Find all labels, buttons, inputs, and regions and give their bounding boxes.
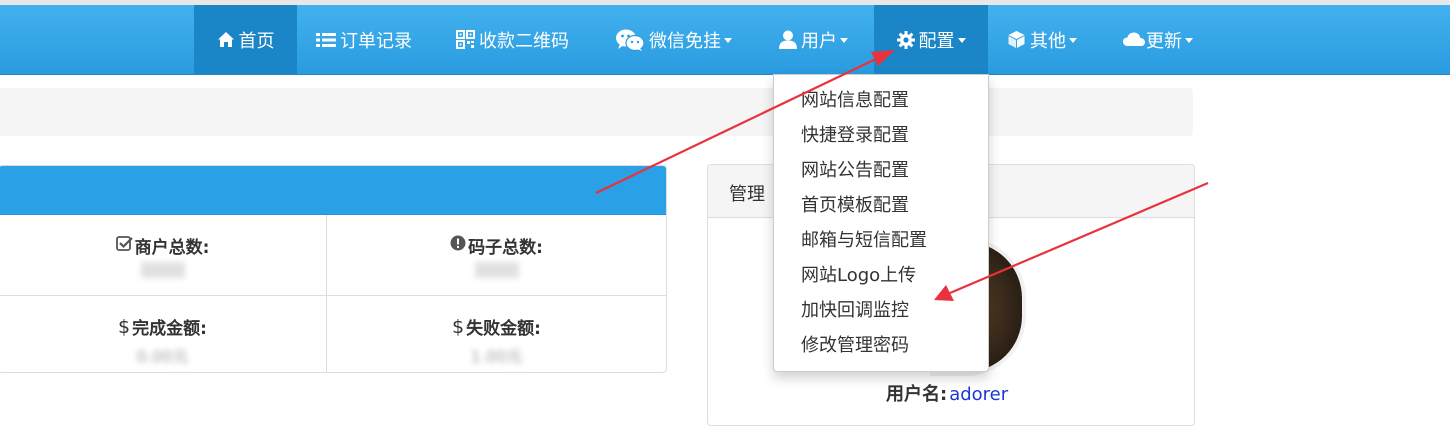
caret-down-icon — [1069, 38, 1077, 43]
completed-amount-value: 0.00元 — [136, 347, 189, 366]
username-label: 用户名: — [886, 384, 948, 405]
menu-item-homepage-template-config[interactable]: 首页模板配置 — [774, 188, 988, 223]
username-value[interactable]: adorer — [949, 384, 1008, 405]
merchant-total-stat: 商户总数: — [0, 215, 326, 287]
nav-update[interactable]: 更新 — [1123, 5, 1193, 74]
failed-amount-label: 失败金额: — [466, 319, 541, 339]
menu-item-logo-upload[interactable]: 网站Logo上传 — [774, 258, 988, 293]
caret-down-icon — [1185, 38, 1193, 43]
menu-item-email-sms-config[interactable]: 邮箱与短信配置 — [774, 223, 988, 258]
home-icon — [217, 31, 235, 48]
code-total-stat: 码子总数: — [327, 215, 666, 287]
nav-home[interactable]: 首页 — [194, 5, 297, 74]
nav-wechat-label: 微信免挂 — [649, 30, 721, 52]
config-dropdown-menu: 网站信息配置 快捷登录配置 网站公告配置 首页模板配置 邮箱与短信配置 网站Lo… — [773, 74, 989, 372]
menu-item-callback-monitor[interactable]: 加快回调监控 — [774, 293, 988, 328]
top-navbar: 首页 订单记录 收款二维码 微信免挂 用户 配置 其他 更新 — [0, 5, 1450, 75]
nav-update-label: 更新 — [1146, 30, 1182, 52]
user-icon — [779, 30, 797, 49]
failed-amount-stat: $ 失败金额: 1.00元 — [327, 296, 666, 368]
completed-amount-stat: $ 完成金额: 0.00元 — [0, 296, 326, 368]
completed-amount-label: 完成金额: — [132, 319, 207, 339]
gear-icon — [896, 30, 915, 49]
nav-config[interactable]: 配置 — [874, 5, 988, 74]
qrcode-icon — [456, 30, 475, 49]
breadcrumb — [0, 88, 1193, 136]
nav-orders[interactable]: 订单记录 — [316, 5, 412, 74]
nav-wechat[interactable]: 微信免挂 — [615, 5, 732, 74]
merchant-total-label: 商户总数: — [134, 238, 210, 258]
menu-item-change-admin-password[interactable]: 修改管理密码 — [774, 328, 988, 363]
code-total-value — [474, 262, 519, 278]
caret-down-icon — [957, 38, 966, 43]
merchant-total-value — [140, 262, 185, 278]
nav-config-label: 配置 — [918, 30, 955, 52]
nav-other[interactable]: 其他 — [1007, 5, 1077, 74]
caret-down-icon — [840, 38, 848, 43]
menu-item-announcement-config[interactable]: 网站公告配置 — [774, 153, 988, 188]
username-row: 用户名: adorer — [886, 380, 1008, 406]
list-icon — [316, 32, 336, 48]
info-circle-icon — [450, 235, 466, 256]
nav-users[interactable]: 用户 — [779, 5, 848, 74]
dollar-icon: $ — [118, 315, 131, 338]
nav-orders-label: 订单记录 — [340, 30, 412, 52]
caret-down-icon — [724, 38, 732, 43]
nav-users-label: 用户 — [801, 30, 837, 52]
admin-panel-title: 管理 — [729, 184, 765, 205]
nav-qrcode[interactable]: 收款二维码 — [456, 5, 569, 74]
menu-item-site-info-config[interactable]: 网站信息配置 — [774, 83, 988, 118]
wechat-icon — [615, 28, 645, 52]
stats-panel-header — [0, 166, 666, 215]
cloud-icon — [1123, 32, 1145, 47]
nav-other-label: 其他 — [1030, 30, 1066, 52]
code-total-label: 码子总数: — [468, 238, 543, 258]
cube-icon — [1007, 30, 1026, 49]
nav-home-label: 首页 — [238, 30, 275, 52]
menu-item-quick-login-config[interactable]: 快捷登录配置 — [774, 118, 988, 153]
failed-amount-value: 1.00元 — [470, 347, 523, 366]
dollar-icon: $ — [452, 315, 465, 338]
nav-qrcode-label: 收款二维码 — [479, 30, 569, 52]
stats-panel: 商户总数: 码子总数: $ 完成金额: 0.00元 $ 失败金额: 1.00元 — [0, 165, 667, 373]
check-square-icon — [115, 235, 133, 256]
